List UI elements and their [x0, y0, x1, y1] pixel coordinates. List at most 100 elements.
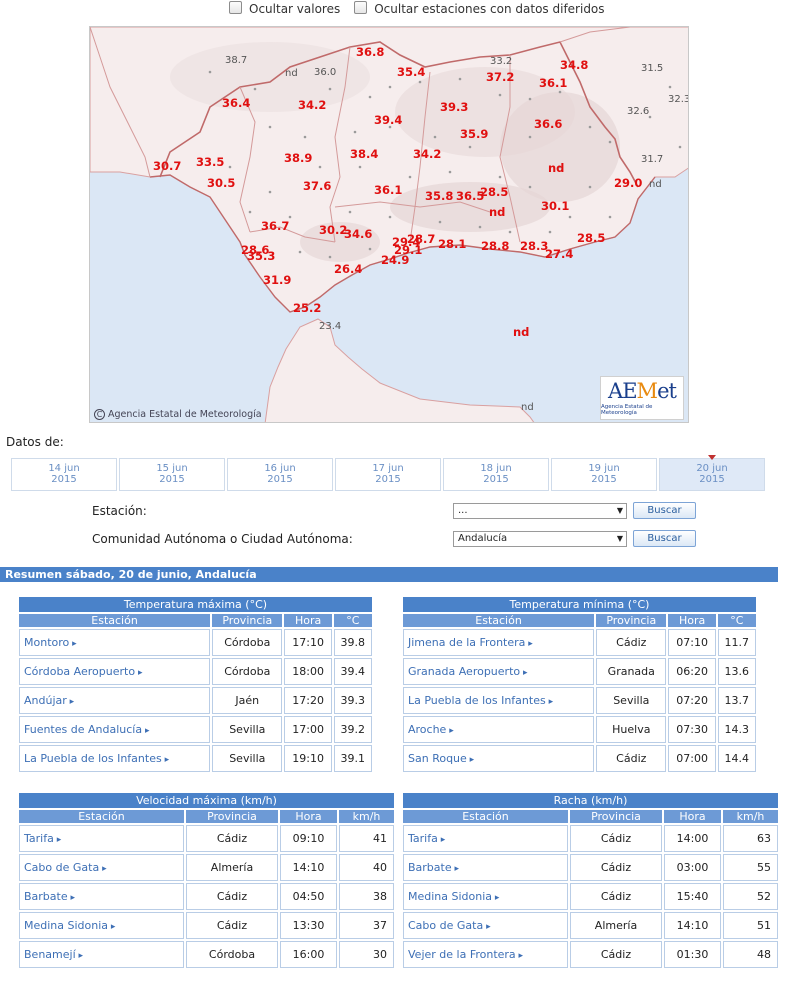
- map-value[interactable]: 35.4: [397, 66, 425, 79]
- map-value[interactable]: 31.5: [641, 64, 663, 74]
- station-link[interactable]: Benamejí: [19, 941, 184, 968]
- map-value[interactable]: 36.8: [356, 46, 384, 59]
- map-value[interactable]: 36.1: [539, 77, 567, 90]
- map-value[interactable]: 34.2: [413, 148, 441, 161]
- map-value[interactable]: 34.2: [298, 99, 326, 112]
- map-value[interactable]: 37.6: [303, 180, 331, 193]
- map-value[interactable]: 38.7: [225, 56, 247, 66]
- aemet-logo[interactable]: AEMet Agencia Estatal de Meteorología: [600, 376, 684, 420]
- station-link[interactable]: Granada Aeropuerto: [403, 658, 595, 685]
- station-link[interactable]: Aroche: [403, 716, 595, 743]
- station-link[interactable]: Medina Sidonia: [19, 912, 184, 939]
- map-background: [90, 27, 688, 422]
- map-value[interactable]: 32.3: [668, 95, 688, 105]
- map-value[interactable]: 36.0: [314, 68, 336, 78]
- map-value[interactable]: 31.7: [641, 155, 663, 165]
- column-header: Hora: [280, 810, 337, 823]
- map-value[interactable]: nd: [285, 69, 298, 79]
- station-link[interactable]: Cabo de Gata: [403, 912, 568, 939]
- station-link[interactable]: Barbate: [19, 883, 184, 910]
- map-value[interactable]: 35.8: [425, 190, 453, 203]
- map-value[interactable]: 33.5: [196, 156, 224, 169]
- station-link[interactable]: Andújar: [19, 687, 211, 714]
- value-cell: 48: [723, 941, 778, 968]
- day-tab[interactable]: 15 jun 2015: [119, 458, 225, 491]
- hide-values-checkbox[interactable]: [229, 0, 242, 14]
- map-value[interactable]: 36.4: [222, 97, 250, 110]
- map-value[interactable]: 38.9: [284, 152, 312, 165]
- map-value[interactable]: 28.8: [481, 240, 509, 253]
- station-link[interactable]: Cabo de Gata: [19, 854, 184, 881]
- station-link[interactable]: Tarifa: [403, 825, 568, 852]
- map-value[interactable]: nd: [649, 180, 662, 190]
- table-row: Medina SidoniaCádiz13:3037: [19, 912, 394, 939]
- day-tab[interactable]: 19 jun 2015: [551, 458, 657, 491]
- map-value[interactable]: 25.2: [293, 302, 321, 315]
- map-value[interactable]: 36.6: [534, 118, 562, 131]
- map-value[interactable]: 34.6: [344, 228, 372, 241]
- map-value[interactable]: 24.9: [381, 254, 409, 267]
- station-link[interactable]: La Puebla de los Infantes: [19, 745, 211, 772]
- temperature-map[interactable]: 36.8 35.4 37.2 36.1 34.8 36.4 34.2 39.3 39.4 35.9…: [89, 26, 689, 423]
- map-value[interactable]: nd: [548, 162, 564, 175]
- station-link[interactable]: Tarifa: [19, 825, 184, 852]
- map-value[interactable]: 35.3: [247, 250, 275, 263]
- map-value[interactable]: 39.3: [440, 101, 468, 114]
- station-link[interactable]: Fuentes de Andalucía: [19, 716, 211, 743]
- station-link[interactable]: La Puebla de los Infantes: [403, 687, 595, 714]
- station-link[interactable]: Córdoba Aeropuerto: [19, 658, 211, 685]
- time-cell: 19:10: [284, 745, 332, 772]
- column-header: Estación: [403, 810, 568, 823]
- map-value[interactable]: 34.8: [560, 59, 588, 72]
- station-link[interactable]: Medina Sidonia: [403, 883, 568, 910]
- day-selector: 14 jun 2015 15 jun 2015 16 jun 2015 17 jun 2…: [11, 455, 765, 491]
- map-value[interactable]: nd: [521, 403, 534, 413]
- map-value[interactable]: 30.7: [153, 160, 181, 173]
- map-value[interactable]: 23.4: [319, 322, 341, 332]
- station-link[interactable]: Jimena de la Frontera: [403, 629, 595, 656]
- map-value[interactable]: 32.6: [627, 107, 649, 117]
- map-value[interactable]: nd: [489, 206, 505, 219]
- time-cell: 14:10: [280, 854, 337, 881]
- region-search-button[interactable]: Buscar: [633, 530, 696, 547]
- map-copyright: C Agencia Estatal de Meteorología: [94, 409, 262, 420]
- station-link[interactable]: Vejer de la Frontera: [403, 941, 568, 968]
- map-value[interactable]: nd: [513, 326, 529, 339]
- map-value[interactable]: 28.1: [438, 238, 466, 251]
- map-value[interactable]: 39.4: [374, 114, 402, 127]
- day-tab[interactable]: 18 jun 2015: [443, 458, 549, 491]
- map-value[interactable]: 33.2: [490, 57, 512, 67]
- station-search-button[interactable]: Buscar: [633, 502, 696, 519]
- hide-delayed-option[interactable]: Ocultar estaciones con datos diferidos: [354, 0, 605, 16]
- time-cell: 01:30: [664, 941, 721, 968]
- region-select[interactable]: Andalucía: [453, 530, 627, 547]
- day-tab[interactable]: 17 jun 2015: [335, 458, 441, 491]
- province-cell: Sevilla: [596, 687, 667, 714]
- station-link[interactable]: Barbate: [403, 854, 568, 881]
- map-value[interactable]: 36.1: [374, 184, 402, 197]
- map-value[interactable]: 30.5: [207, 177, 235, 190]
- map-value[interactable]: 31.9: [263, 274, 291, 287]
- day-tab[interactable]: 14 jun 2015: [11, 458, 117, 491]
- time-cell: 18:00: [284, 658, 332, 685]
- map-value[interactable]: 26.4: [334, 263, 362, 276]
- day-year: 2015: [699, 474, 725, 485]
- station-link[interactable]: Montoro: [19, 629, 211, 656]
- day-tab-selected[interactable]: 20 jun 2015: [659, 455, 765, 491]
- map-value[interactable]: 36.7: [261, 220, 289, 233]
- hide-values-option[interactable]: Ocultar valores: [229, 0, 340, 16]
- map-value[interactable]: 29.0: [614, 177, 642, 190]
- province-cell: Cádiz: [596, 745, 667, 772]
- station-link[interactable]: San Roque: [403, 745, 595, 772]
- map-value[interactable]: 28.5: [480, 186, 508, 199]
- day-tab[interactable]: 16 jun 2015: [227, 458, 333, 491]
- station-select[interactable]: ...: [453, 502, 627, 519]
- map-value[interactable]: 37.2: [486, 71, 514, 84]
- map-value[interactable]: 35.9: [460, 128, 488, 141]
- map-value[interactable]: 38.4: [350, 148, 378, 161]
- hide-delayed-checkbox[interactable]: [354, 0, 368, 14]
- map-value[interactable]: 30.1: [541, 200, 569, 213]
- map-value[interactable]: 28.5: [577, 232, 605, 245]
- tmin-table: Temperatura mínima (°C) Estación Provincia…: [401, 597, 758, 774]
- map-value[interactable]: 27.4: [545, 248, 573, 261]
